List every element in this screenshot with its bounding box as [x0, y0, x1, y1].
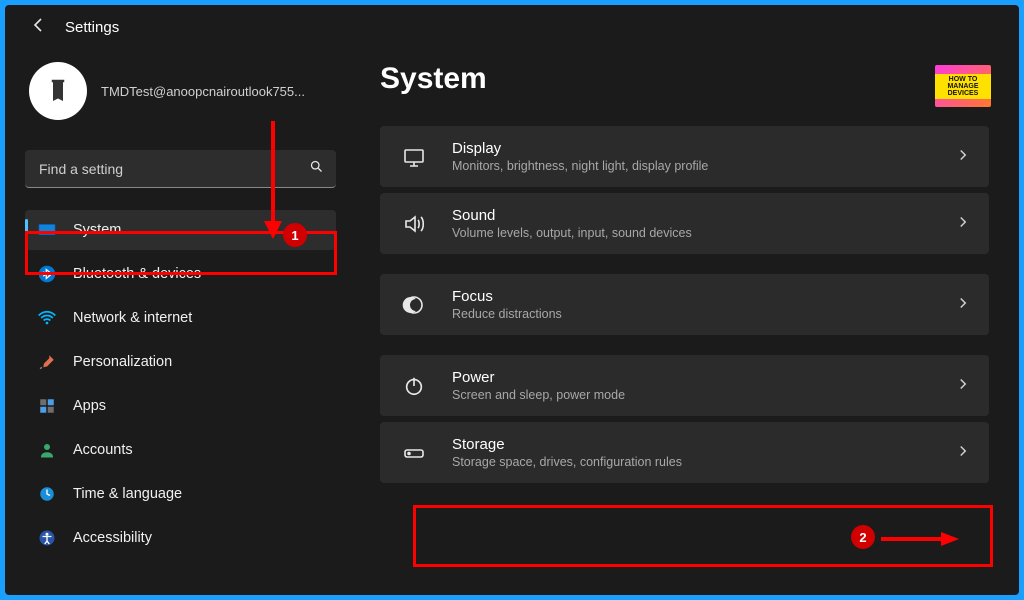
- row-display[interactable]: Display Monitors, brightness, night ligh…: [380, 126, 989, 187]
- chevron-right-icon: [957, 377, 969, 395]
- row-desc: Volume levels, output, input, sound devi…: [452, 226, 957, 240]
- apps-icon: [37, 396, 57, 416]
- settings-window: Settings TMDTest@anoopcnairoutlook755...: [5, 5, 1019, 595]
- sidebar-item-system[interactable]: System: [25, 210, 336, 250]
- avatar: [29, 62, 87, 120]
- drive-icon: [400, 439, 428, 467]
- back-button[interactable]: [31, 17, 47, 38]
- speaker-icon: [400, 210, 428, 238]
- chevron-right-icon: [957, 296, 969, 314]
- row-power[interactable]: Power Screen and sleep, power mode: [380, 355, 989, 416]
- row-desc: Storage space, drives, configuration rul…: [452, 455, 957, 469]
- sidebar-item-label: System: [73, 222, 121, 238]
- sidebar-item-personalization[interactable]: Personalization: [25, 342, 336, 382]
- chevron-right-icon: [957, 444, 969, 462]
- sidebar-item-bluetooth[interactable]: Bluetooth & devices: [25, 254, 336, 294]
- row-storage[interactable]: Storage Storage space, drives, configura…: [380, 422, 989, 483]
- watermark-logo: HOW TO MANAGE DEVICES: [935, 65, 991, 107]
- sidebar-item-accounts[interactable]: Accounts: [25, 430, 336, 470]
- search-icon: [309, 159, 324, 179]
- bluetooth-icon: [37, 264, 57, 284]
- row-desc: Monitors, brightness, night light, displ…: [452, 159, 957, 173]
- sidebar-item-apps[interactable]: Apps: [25, 386, 336, 426]
- system-icon: [37, 220, 57, 240]
- row-text: Focus Reduce distractions: [452, 288, 957, 321]
- row-title: Storage: [452, 436, 957, 453]
- sidebar: TMDTest@anoopcnairoutlook755... System: [5, 44, 350, 594]
- row-title: Display: [452, 140, 957, 157]
- profile-email: TMDTest@anoopcnairoutlook755...: [101, 84, 305, 99]
- row-text: Sound Volume levels, output, input, soun…: [452, 207, 957, 240]
- profile-block[interactable]: TMDTest@anoopcnairoutlook755...: [25, 62, 336, 120]
- clock-globe-icon: [37, 484, 57, 504]
- row-title: Sound: [452, 207, 957, 224]
- window-title: Settings: [65, 19, 119, 36]
- chevron-right-icon: [957, 215, 969, 233]
- row-text: Power Screen and sleep, power mode: [452, 369, 957, 402]
- power-icon: [400, 372, 428, 400]
- row-desc: Screen and sleep, power mode: [452, 388, 957, 402]
- title-bar: Settings: [5, 5, 1019, 44]
- sidebar-item-label: Accessibility: [73, 530, 152, 546]
- row-title: Power: [452, 369, 957, 386]
- monitor-icon: [400, 143, 428, 171]
- page-title: System: [380, 62, 989, 96]
- main-panel: System Display Monitors, brightness, nig…: [350, 44, 1019, 594]
- sidebar-item-network[interactable]: Network & internet: [25, 298, 336, 338]
- sidebar-item-accessibility[interactable]: Accessibility: [25, 518, 336, 558]
- search-input[interactable]: [25, 150, 336, 188]
- search-container: [25, 150, 336, 188]
- wifi-icon: [37, 308, 57, 328]
- row-desc: Reduce distractions: [452, 307, 957, 321]
- row-title: Focus: [452, 288, 957, 305]
- row-sound[interactable]: Sound Volume levels, output, input, soun…: [380, 193, 989, 254]
- sidebar-item-label: Time & language: [73, 486, 182, 502]
- content-area: TMDTest@anoopcnairoutlook755... System: [5, 44, 1019, 594]
- moon-icon: [400, 291, 428, 319]
- sidebar-item-label: Personalization: [73, 354, 172, 370]
- row-text: Storage Storage space, drives, configura…: [452, 436, 957, 469]
- row-focus[interactable]: Focus Reduce distractions: [380, 274, 989, 335]
- sidebar-nav: System Bluetooth & devices Network & int…: [25, 210, 336, 558]
- sidebar-item-time-language[interactable]: Time & language: [25, 474, 336, 514]
- sidebar-item-label: Bluetooth & devices: [73, 266, 201, 282]
- sidebar-item-label: Network & internet: [73, 310, 192, 326]
- brush-icon: [37, 352, 57, 372]
- chevron-right-icon: [957, 148, 969, 166]
- row-text: Display Monitors, brightness, night ligh…: [452, 140, 957, 173]
- sidebar-item-label: Apps: [73, 398, 106, 414]
- person-icon: [37, 440, 57, 460]
- accessibility-icon: [37, 528, 57, 548]
- sidebar-item-label: Accounts: [73, 442, 133, 458]
